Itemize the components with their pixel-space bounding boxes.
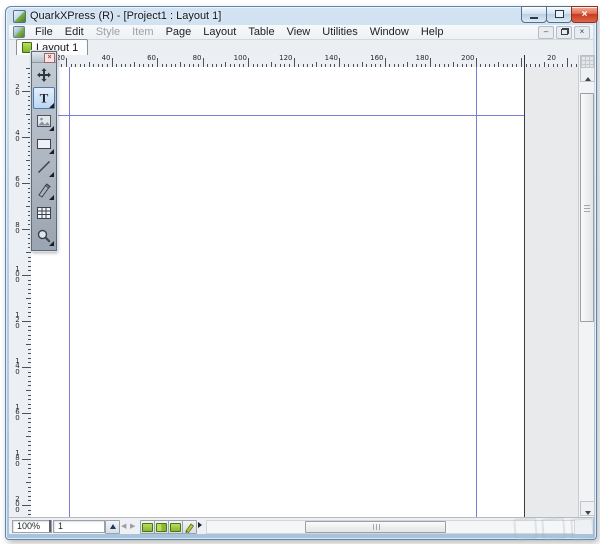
menu-item-file[interactable]: File (29, 26, 59, 39)
menu-item-edit[interactable]: Edit (59, 26, 90, 39)
next-page-arrow-icon[interactable]: ▶ (130, 522, 135, 530)
move-arrows-icon (36, 67, 52, 83)
pencil-icon (184, 522, 195, 533)
tool-palette: × T (31, 51, 57, 251)
zoom-tool[interactable] (33, 225, 55, 247)
menu-item-window[interactable]: Window (364, 26, 415, 39)
page-edge-line (524, 67, 525, 517)
single-page-view-button[interactable] (140, 520, 155, 534)
menu-item-page[interactable]: Page (160, 26, 198, 39)
flyout-triangle-icon (49, 195, 54, 200)
spread-view-button[interactable] (154, 520, 169, 534)
arrow-down-icon (585, 511, 591, 515)
vertical-margin-guide-left[interactable] (69, 67, 70, 517)
thumb-grip-icon (584, 208, 590, 209)
horizontal-margin-guide[interactable] (31, 115, 524, 116)
work-area: 2040608010012014016018020020 20406080100… (9, 55, 593, 517)
watermark (514, 518, 594, 540)
screenshot-stage: QuarkXPress (R) - [Project1 : Layout 1] … (0, 0, 600, 544)
table-tool[interactable] (33, 202, 55, 224)
line-tool[interactable] (33, 156, 55, 178)
maximize-icon (555, 10, 564, 18)
flyout-triangle-icon (49, 149, 54, 154)
minimize-button[interactable] (521, 6, 547, 23)
scroll-down-button[interactable] (580, 501, 595, 516)
vertical-margin-guide-right[interactable] (476, 67, 477, 517)
menu-bar: FileEditStyleItemPageLayoutTableViewUtil… (9, 25, 593, 40)
flyout-triangle-icon (49, 172, 54, 177)
previous-page-arrow-icon[interactable]: ◀ (121, 522, 126, 530)
app-icon (13, 10, 26, 23)
title-bar: QuarkXPress (R) - [Project1 : Layout 1] … (6, 7, 596, 25)
flyout-triangle-icon (49, 103, 54, 108)
page-icon (142, 523, 153, 532)
mdi-restore-button[interactable] (556, 26, 572, 39)
mdi-minimize-button[interactable]: – (538, 26, 554, 39)
zoom-level-field[interactable]: 100% (12, 520, 52, 533)
vertical-scrollbar[interactable] (578, 55, 594, 517)
arrow-up-icon (585, 77, 591, 81)
menu-item-item: Item (126, 26, 159, 39)
palette-close-button[interactable]: × (44, 53, 55, 63)
maximize-button[interactable] (546, 6, 572, 23)
menu-items: FileEditStyleItemPageLayoutTableViewUtil… (29, 26, 449, 39)
menu-item-view[interactable]: View (281, 26, 317, 39)
close-icon: × (582, 9, 588, 20)
table-grid-icon (36, 205, 52, 221)
document-canvas[interactable] (31, 67, 578, 517)
menu-item-table[interactable]: Table (242, 26, 280, 39)
pen-tool[interactable] (33, 179, 55, 201)
pages-icon (170, 523, 181, 532)
vertical-scroll-thumb[interactable] (580, 93, 594, 322)
box-tool[interactable] (33, 133, 55, 155)
thumb-grip-icon (376, 524, 377, 530)
master-page-button[interactable] (182, 520, 197, 534)
layout-tab-bar: Layout 1 (9, 40, 593, 56)
pasteboard (525, 67, 578, 517)
page-number-field[interactable]: 1 (53, 520, 105, 533)
mdi-restore-icon (561, 29, 568, 35)
menu-item-help[interactable]: Help (415, 26, 450, 39)
status-bar: 100% 1 ◀ ▶ (9, 517, 593, 534)
text-tool[interactable]: T (33, 87, 55, 109)
close-button[interactable]: × (571, 6, 598, 23)
client-area: FileEditStyleItemPageLayoutTableViewUtil… (9, 25, 593, 533)
window-title: QuarkXPress (R) - [Project1 : Layout 1] (30, 10, 221, 22)
horizontal-scroll-thumb[interactable] (305, 521, 446, 533)
menu-item-style: Style (90, 26, 126, 39)
mdi-close-button[interactable]: × (574, 26, 590, 39)
page-popup-button[interactable] (105, 520, 120, 534)
palette-title-bar[interactable]: × (32, 52, 56, 63)
field-divider (49, 520, 51, 532)
app-window: QuarkXPress (R) - [Project1 : Layout 1] … (5, 6, 597, 540)
mdi-window-controls: – × (538, 26, 590, 39)
menu-item-utilities[interactable]: Utilities (316, 26, 363, 39)
document-icon (13, 26, 25, 38)
svg-text:T: T (40, 91, 49, 106)
facing-pages-button[interactable] (168, 520, 183, 534)
flyout-triangle-icon (49, 241, 54, 246)
flyout-triangle-icon (49, 126, 54, 131)
picture-tool[interactable] (33, 110, 55, 132)
menu-item-layout[interactable]: Layout (197, 26, 242, 39)
minimize-icon (530, 17, 538, 19)
scroll-up-button[interactable] (580, 67, 595, 82)
arrow-up-icon (110, 524, 116, 529)
item-tool[interactable] (33, 64, 55, 86)
flyout-arrow-icon[interactable] (198, 522, 202, 528)
vertical-ruler: 20406080100120140160180200 (9, 67, 32, 517)
spread-icon (156, 523, 167, 532)
